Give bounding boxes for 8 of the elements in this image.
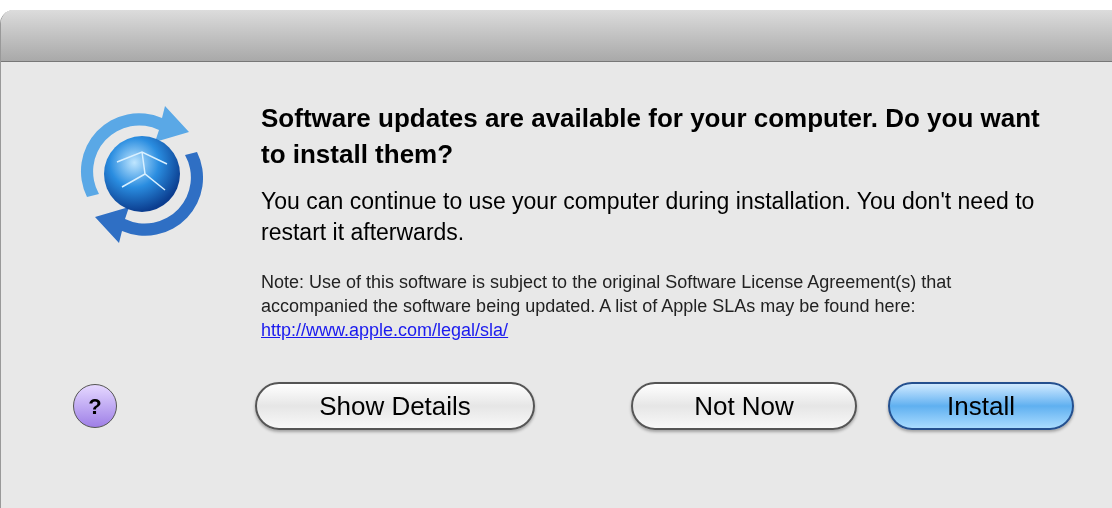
help-button[interactable]: ? (73, 384, 117, 428)
dialog-message: You can continue to use your computer during installation. You don't need to restart it afterwards. (261, 187, 1036, 247)
license-link[interactable]: http://www.apple.com/legal/sla/ (261, 320, 509, 340)
dialog-heading: Software updates are available for your computer. Do you want to install them? (261, 102, 1041, 171)
dialog-button[interactable]: Install (888, 382, 1074, 430)
dialog-button[interactable]: Show Details (255, 382, 535, 430)
dialog-button[interactable]: Not Now (631, 382, 857, 430)
license-note: Note: Use of this software is subject to the original Software License Agreement(s) that accompanied the software being updated. A list of Apple SLAs may be found here: http://www.apple.com/legal/sla/ (261, 271, 953, 342)
